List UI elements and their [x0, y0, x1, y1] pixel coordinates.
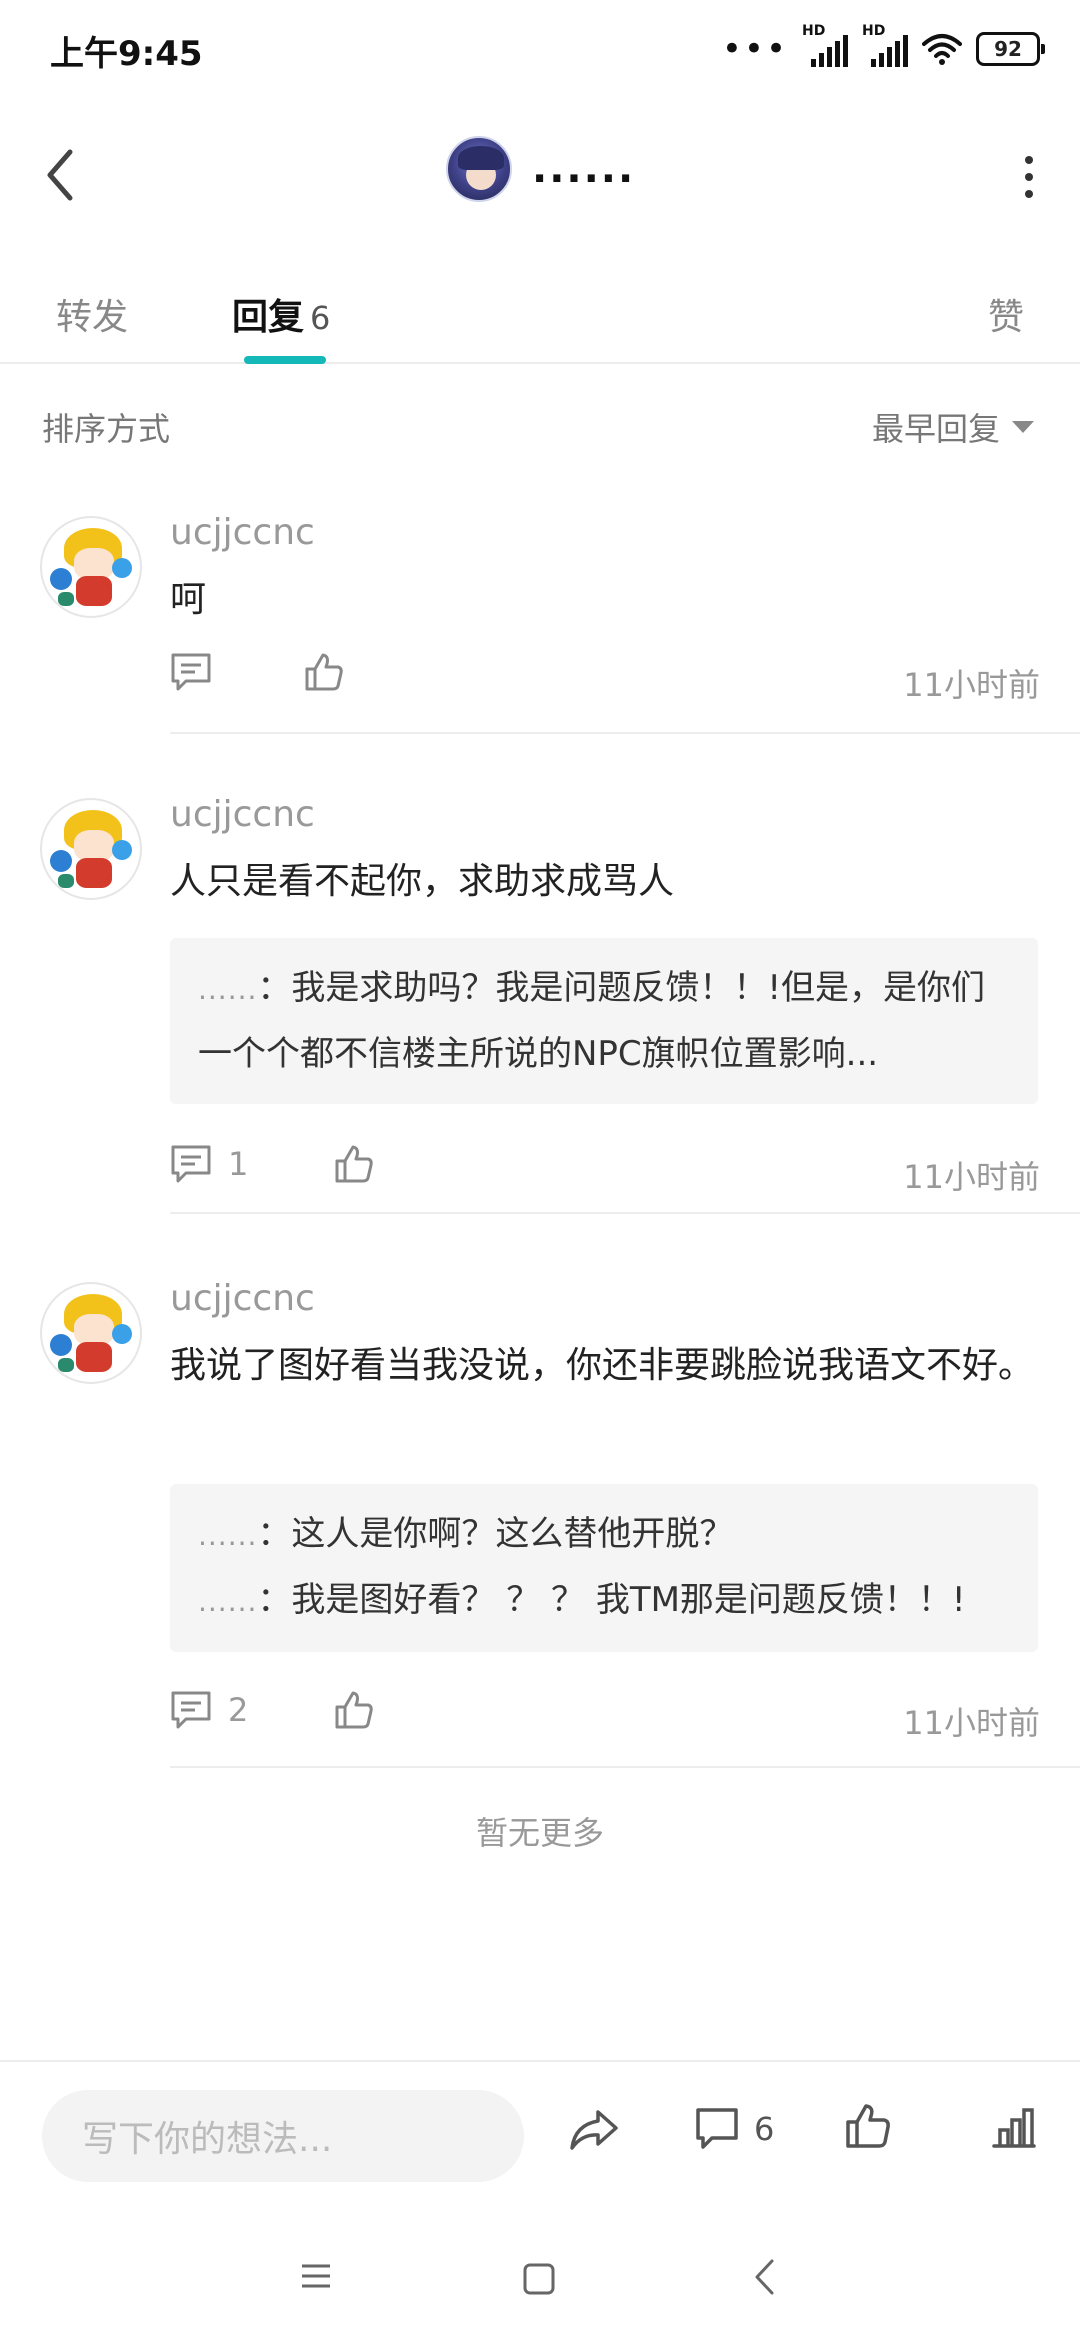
like-button[interactable] [304, 652, 344, 692]
reply-count: 1 [228, 1145, 249, 1183]
quote-line: ......：我是求助吗？我是问题反馈！！!但是，是你们一个个都不信楼主所说的N… [198, 956, 1010, 1086]
like-post-button[interactable] [844, 2102, 892, 2154]
system-nav-bar [0, 2212, 1080, 2340]
bottom-action-bar: 写下你的想法... 6 [0, 2060, 1080, 2210]
caret-down-icon [1012, 421, 1034, 433]
quote-text: ：这人是你啊？这么替他开脱？ [257, 1514, 734, 1554]
thumbs-up-icon [305, 653, 343, 691]
status-time: 上午9:45 [50, 34, 203, 74]
sort-dropdown[interactable]: 最早回复 [872, 404, 1034, 450]
comment-icon [171, 1145, 211, 1183]
bar-chart-icon [992, 2108, 1036, 2148]
like-button[interactable] [334, 1690, 374, 1730]
sort-label: 排序方式 [42, 410, 171, 448]
comment-bubble-icon [696, 2108, 738, 2149]
quote-line: ......：我是图好看？ ？ ？ 我TM那是问题反馈！！! [198, 1568, 1010, 1634]
divider [170, 732, 1080, 734]
avatar[interactable] [40, 516, 142, 618]
more-vertical-icon [1025, 156, 1033, 164]
battery-icon: 92 [976, 32, 1045, 66]
comment-time: 11小时前 [903, 666, 1040, 704]
tab-reply-label: 回复 [232, 297, 305, 338]
reply-button[interactable] [170, 652, 228, 692]
comment-text: 呵 [170, 579, 207, 620]
battery-level: 92 [994, 37, 1022, 61]
quote-text: ：我是图好看？ ？ ？ 我TM那是问题反馈！！! [257, 1580, 966, 1620]
comment-text: 人只是看不起你，求助求成骂人 [170, 861, 675, 902]
chevron-left-icon [47, 149, 73, 201]
comment-actions: 1 11小时前 [170, 1144, 1040, 1204]
tab-bar: 转发 回复 6 赞 [0, 250, 1080, 364]
back-button[interactable] [30, 140, 90, 210]
quote-line: ......：这人是你啊？这么替他开脱？ [198, 1502, 1010, 1568]
comment-text: 我说了图好看当我没说，你还非要跳脸说我语文不好。 [170, 1345, 1035, 1386]
page-title: ...... [532, 146, 636, 192]
comment-username[interactable]: ucjjccnc [170, 794, 315, 835]
recent-apps-button[interactable] [300, 2262, 332, 2294]
menu-icon [302, 2264, 330, 2288]
comment-icon [171, 1691, 211, 1729]
home-square-icon [523, 2263, 555, 2295]
sort-bar: 排序方式 最早回复 [0, 366, 1080, 476]
reply-button[interactable]: 1 [170, 1144, 248, 1184]
status-icons: ••• HD HD 92 [721, 23, 1045, 74]
comment-username[interactable]: ucjjccnc [170, 1278, 315, 1319]
signal-icon: HD [802, 23, 848, 69]
thumbs-up-icon [335, 1691, 373, 1729]
quote-author: ...... [198, 1585, 258, 1618]
tab-reply-count: 6 [310, 299, 331, 337]
quote-author: ...... [198, 973, 258, 1006]
home-button[interactable] [522, 2262, 556, 2300]
no-more-label: 暂无更多 [475, 1814, 604, 1852]
more-button[interactable] [1014, 152, 1044, 202]
reply-count: 2 [228, 1691, 249, 1729]
tab-like[interactable]: 赞 [988, 288, 1024, 340]
reply-button[interactable]: 2 [170, 1690, 248, 1730]
comments-count: 6 [754, 2110, 775, 2148]
thumbs-up-icon [846, 2104, 890, 2148]
avatar[interactable] [40, 1282, 142, 1384]
divider [170, 1766, 1080, 1768]
system-back-button[interactable] [752, 2258, 776, 2300]
post-author[interactable]: ...... [446, 136, 635, 202]
status-bar: 上午9:45 ••• HD HD 92 [0, 0, 1080, 100]
comments-button[interactable]: 6 [694, 2106, 774, 2152]
comment-actions: 2 11小时前 [170, 1690, 1040, 1750]
sort-selected: 最早回复 [871, 410, 1000, 448]
tab-forward[interactable]: 转发 [56, 288, 128, 340]
page: 上午9:45 ••• HD HD 92 ...... 转发 回复 6 赞 排序方… [0, 0, 1080, 2340]
quoted-replies[interactable]: ......：这人是你啊？这么替他开脱？ ......：我是图好看？ ？ ？ 我… [170, 1484, 1038, 1652]
share-button[interactable] [568, 2106, 620, 2158]
comment-username[interactable]: ucjjccnc [170, 512, 315, 553]
stats-button[interactable] [990, 2104, 1038, 2154]
thumbs-up-icon [335, 1145, 373, 1183]
like-button[interactable] [334, 1144, 374, 1184]
more-dots-icon: ••• [721, 29, 788, 69]
comment-input[interactable]: 写下你的想法... [42, 2090, 524, 2182]
comment-time: 11小时前 [903, 1704, 1040, 1742]
quote-author: ...... [198, 1519, 258, 1552]
tab-indicator [244, 356, 326, 364]
tab-reply[interactable]: 回复 6 [232, 288, 330, 340]
quote-text: ：我是求助吗？我是问题反馈！！!但是，是你们一个个都不信楼主所说的NPC旗帜位置… [198, 968, 986, 1074]
comment-actions: 11小时前 [170, 652, 1040, 712]
comment-icon [171, 653, 211, 691]
comment-time: 11小时前 [903, 1158, 1040, 1196]
author-avatar[interactable] [446, 136, 512, 202]
signal-icon-2: HD [862, 23, 908, 69]
avatar[interactable] [40, 798, 142, 900]
divider [170, 1212, 1080, 1214]
wifi-icon [922, 34, 962, 65]
chevron-left-icon [755, 2259, 774, 2295]
share-icon [570, 2110, 618, 2150]
quoted-replies[interactable]: ......：我是求助吗？我是问题反馈！！!但是，是你们一个个都不信楼主所说的N… [170, 938, 1038, 1104]
header: ...... [0, 100, 1080, 250]
